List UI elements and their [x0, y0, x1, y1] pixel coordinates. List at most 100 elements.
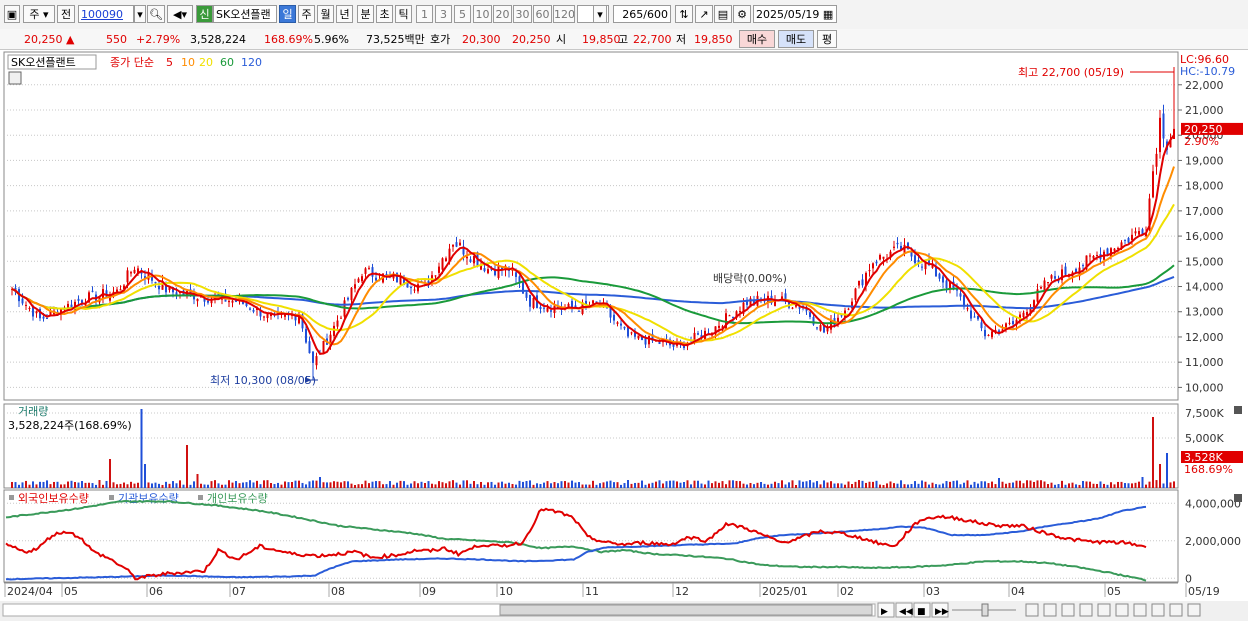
volume-bar: [221, 484, 223, 488]
candle: [322, 340, 325, 353]
volume-bar: [508, 482, 510, 488]
volume-bar: [1103, 483, 1105, 488]
volume-bar: [259, 484, 262, 488]
candle: [473, 256, 475, 264]
candle: [1131, 234, 1133, 241]
volume-bar: [942, 483, 944, 488]
ownership-legend-2: 개인보유수량: [207, 492, 268, 505]
volume-bar: [28, 484, 31, 488]
legend-price-label: 종가 단순: [110, 56, 154, 69]
candle: [1008, 322, 1011, 324]
candle: [732, 316, 734, 319]
stock-title: SK오션플랜트: [11, 56, 76, 69]
volume-bar: [168, 483, 171, 488]
volume-bar: [196, 474, 199, 488]
volume-bar: [774, 481, 776, 488]
volume-bar: [49, 484, 52, 488]
chart-tool-icon: [1061, 603, 1075, 617]
volume-bar: [438, 481, 440, 488]
candle: [347, 297, 349, 300]
volume-bar: [809, 480, 811, 488]
volume-bar: [182, 484, 185, 488]
candle: [644, 338, 647, 345]
x-tick-label: 07: [232, 585, 246, 598]
volume-bar: [1026, 480, 1028, 488]
candle: [207, 300, 209, 303]
volume-bar: [319, 477, 321, 488]
volume-bar: [690, 484, 692, 488]
candle: [1106, 248, 1109, 255]
candle: [354, 284, 356, 289]
volume-bar: [823, 480, 825, 488]
volume-bar: [238, 483, 241, 488]
price-tick-label: 13,000: [1185, 306, 1224, 319]
volume-bar: [452, 480, 454, 488]
volume-bar: [158, 483, 160, 488]
candle: [1022, 312, 1025, 318]
volume-bar: [886, 483, 888, 488]
candle: [312, 351, 314, 363]
volume-bar: [487, 482, 489, 488]
volume-bar: [1131, 483, 1133, 488]
volume-bar: [858, 480, 860, 488]
volume-bar: [686, 480, 689, 488]
volume-bar: [567, 482, 570, 488]
volume-bar: [343, 481, 346, 488]
volume-bar: [658, 480, 661, 488]
volume-bar: [847, 481, 850, 488]
volume-bar: [501, 481, 503, 488]
volume-bar: [420, 481, 423, 488]
volume-bar: [249, 480, 251, 488]
volume-bar: [718, 482, 720, 488]
volume-bar: [802, 481, 804, 488]
volume-bar: [599, 483, 601, 488]
hc-label: HC:-10.79: [1180, 65, 1235, 78]
volume-bar: [581, 484, 584, 488]
volume-bar: [112, 482, 115, 488]
svg-text:▶: ▶: [881, 607, 888, 617]
candle: [1159, 117, 1161, 153]
volume-panel: [3, 403, 1179, 489]
candle: [637, 335, 640, 339]
volume-bar: [546, 481, 549, 488]
volume-bar: [616, 482, 619, 488]
low-annotation: 최저 10,300 (08/05): [210, 374, 316, 387]
candle: [1138, 231, 1140, 235]
volume-bar: [273, 484, 276, 488]
candle: [119, 289, 122, 291]
volume-bar: [994, 484, 997, 488]
volume-bar: [392, 484, 395, 488]
volume-bar: [959, 484, 962, 488]
volume-bar: [448, 481, 451, 488]
volume-bar: [620, 484, 622, 488]
volume-bar: [165, 481, 167, 488]
volume-bar: [854, 481, 857, 488]
volume-bar: [623, 483, 626, 488]
candle: [35, 311, 38, 314]
volume-bar: [805, 481, 808, 488]
volume-bar: [1099, 481, 1102, 488]
dividend-annotation: 배당락(0.00%): [713, 272, 787, 285]
volume-bar: [133, 483, 136, 488]
volume-bar: [396, 482, 398, 488]
table-toggle-icon: [8, 71, 22, 85]
volume-bar: [294, 480, 297, 488]
volume-bar: [378, 481, 381, 488]
stock-chart[interactable]: 10,000 11,000 12,000 13,000 14,000 15,000 16,0…: [0, 0, 1248, 621]
candle: [938, 273, 941, 279]
price-tick-label: 17,000: [1185, 205, 1224, 218]
chart-tool-icon: [1187, 603, 1201, 617]
volume-bar: [123, 482, 125, 488]
volume-bar: [154, 482, 157, 488]
volume-bar: [697, 480, 699, 488]
x-tick-label: 10: [499, 585, 513, 598]
candle: [1064, 266, 1067, 275]
candle: [126, 270, 129, 283]
volume-bar: [403, 481, 405, 488]
volume-bar: [935, 484, 937, 488]
volume-tick-label: 5,000K: [1185, 432, 1224, 445]
candle: [879, 255, 881, 260]
candle: [46, 318, 48, 320]
x-tick-label: 05: [1107, 585, 1121, 598]
zoom-slider-handle: [981, 603, 989, 617]
